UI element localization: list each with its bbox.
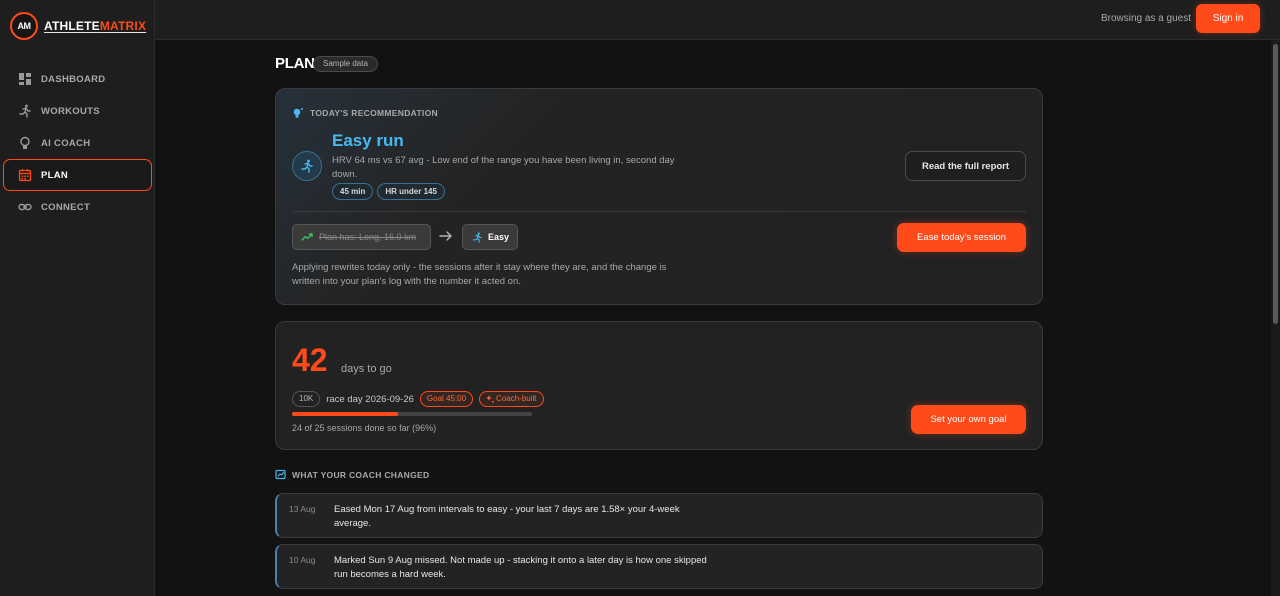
apply-note: Applying rewrites today only - the sessi… (292, 262, 667, 287)
brand-name-part-a: ATHLETE (44, 19, 100, 33)
goal-badge: Goal 45:00 (419, 391, 474, 407)
recommendation-title: Easy run (332, 131, 404, 150)
duration-chip: 45 min (332, 183, 374, 200)
sidebar-nav: DASHBOARD WORKOUTS AI COACH PLAN CONNECT (3, 63, 152, 223)
sidebar-item-label: PLAN (41, 169, 69, 181)
calendar-icon (18, 169, 32, 182)
coach-changes-label: WHAT YOUR COACH CHANGED (292, 469, 430, 480)
days-to-go-number: 42 (292, 342, 328, 378)
brand-name: ATHLETEMATRIX (44, 19, 146, 33)
log-icon (275, 469, 286, 480)
coach-built-badge: Coach-built (479, 391, 544, 407)
recommendation-chips: 45 min HR under 145 (332, 183, 445, 200)
brand-name-part-b: MATRIX (99, 19, 147, 33)
lightbulb-icon (20, 136, 30, 149)
recommendation-card: TODAY'S RECOMMENDATION Easy run HRV 64 m… (275, 88, 1043, 305)
brand-logo: AM (10, 12, 38, 40)
new-session-text: Easy (488, 232, 510, 242)
planned-session-box: Plan has: Long, 16.0 km (292, 224, 431, 250)
guest-status: Browsing as a guest (1100, 13, 1191, 24)
sidebar-item-plan[interactable]: PLAN (3, 159, 152, 191)
main-content: PLAN Sample data TODAY'S RECOMMENDATION … (155, 40, 1271, 596)
coach-change-item: 13 Aug Eased Mon 17 Aug from intervals t… (275, 493, 1043, 538)
runner-icon (301, 159, 313, 173)
set-own-goal-button[interactable]: Set your own goal (911, 405, 1026, 434)
distance-badge: 10K (292, 391, 321, 407)
heart-rate-chip: HR under 145 (377, 183, 445, 200)
sidebar-item-dashboard[interactable]: DASHBOARD (3, 63, 152, 95)
ease-session-button[interactable]: Ease today's session (897, 223, 1026, 252)
days-to-go-label: days to go (341, 363, 392, 375)
sidebar-item-ai-coach[interactable]: AI COACH (3, 127, 152, 159)
recommendation-header: TODAY'S RECOMMENDATION (292, 107, 438, 119)
change-date: 13 Aug (289, 504, 316, 514)
sidebar-item-label: AI COACH (41, 137, 91, 149)
race-day-text: race day 2026-09-26 (326, 393, 414, 405)
sidebar-item-workouts[interactable]: WORKOUTS (3, 95, 152, 127)
sessions-done-text: 24 of 25 sessions done so far (96%) (292, 423, 437, 433)
lightbulb-sparkle-icon (293, 108, 303, 118)
coach-changes-header: WHAT YOUR COACH CHANGED (275, 469, 429, 480)
race-countdown-card: 42 days to go 10K race day 2026-09-26 Go… (275, 321, 1043, 450)
dashboard-icon (19, 73, 31, 85)
sign-in-button[interactable]: Sign in (1196, 4, 1260, 33)
trend-up-icon (301, 233, 313, 241)
sample-data-badge: Sample data (313, 56, 378, 72)
change-text: Marked Sun 9 Aug missed. Not made up - s… (334, 555, 707, 580)
sidebar-item-label: WORKOUTS (41, 105, 100, 117)
topbar: Browsing as a guest Sign in (155, 0, 1280, 40)
sessions-progress-fill (292, 412, 398, 416)
sidebar-item-connect[interactable]: CONNECT (3, 191, 152, 223)
link-icon (18, 203, 32, 211)
divider (292, 211, 1026, 212)
race-info-row: 10K race day 2026-09-26 Goal 45:00 Coach… (292, 391, 544, 407)
read-full-report-button[interactable]: Read the full report (905, 151, 1026, 181)
sessions-progress-bar (292, 412, 532, 416)
brand[interactable]: AM ATHLETEMATRIX (10, 12, 146, 40)
runner-icon (19, 104, 31, 118)
page-title: PLAN (275, 55, 315, 72)
coach-built-label: Coach-built (496, 394, 537, 403)
runner-icon (473, 231, 482, 243)
change-date: 10 Aug (289, 555, 316, 565)
recommendation-icon (292, 151, 322, 181)
coach-change-item: 10 Aug Marked Sun 9 Aug missed. Not made… (275, 544, 1043, 589)
planned-session-text: Plan has: Long, 16.0 km (319, 232, 417, 242)
sidebar-item-label: CONNECT (41, 201, 91, 213)
app-root: AM ATHLETEMATRIX DASHBOARD WORKOUTS AI C… (0, 0, 1280, 596)
sparkle-icon (486, 395, 494, 403)
arrow-right-icon (439, 231, 452, 241)
scrollbar-thumb[interactable] (1273, 44, 1278, 324)
sidebar-item-label: DASHBOARD (41, 73, 106, 85)
new-session-box: Easy (462, 224, 518, 250)
recommendation-description: HRV 64 ms vs 67 avg - Low end of the ran… (332, 155, 675, 180)
change-text: Eased Mon 17 Aug from intervals to easy … (334, 504, 680, 529)
recommendation-header-label: TODAY'S RECOMMENDATION (310, 108, 438, 118)
sidebar: AM ATHLETEMATRIX DASHBOARD WORKOUTS AI C… (0, 0, 155, 596)
